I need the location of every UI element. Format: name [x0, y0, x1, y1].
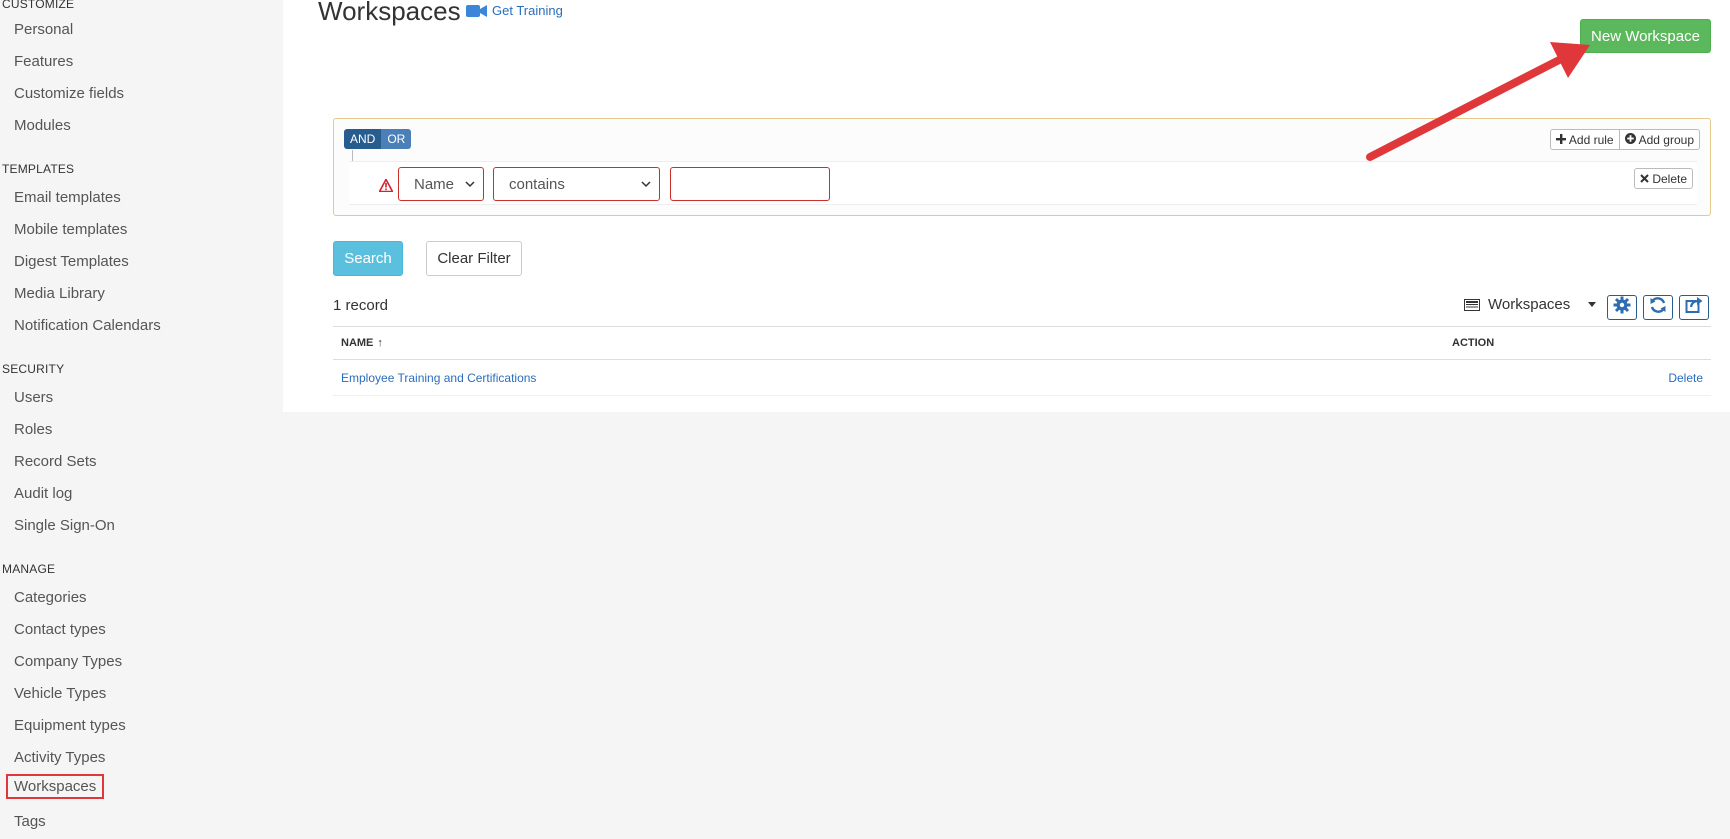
section-title-security: SECURITY [2, 362, 65, 376]
sidebar-item-single-sign-on[interactable]: Single Sign-On [14, 517, 115, 534]
share-icon [1685, 296, 1703, 319]
get-training-label: Get Training [492, 3, 563, 18]
view-selector-label: Workspaces [1488, 296, 1571, 313]
add-rule-label: Add rule [1568, 132, 1614, 147]
close-icon [1640, 172, 1650, 186]
column-header-name[interactable]: NAME ↑ [341, 337, 383, 349]
query-builder: AND OR Add rule Add group Name contains … [333, 118, 1711, 216]
column-header-name-label: NAME [341, 337, 374, 349]
results-table: NAME ↑ ACTION Employee Training and Cert… [333, 326, 1711, 396]
settings-button[interactable] [1607, 295, 1637, 320]
sidebar-item-record-sets[interactable]: Record Sets [14, 453, 97, 470]
sidebar-item-customize-fields[interactable]: Customize fields [14, 85, 124, 102]
new-workspace-button[interactable]: New Workspace [1580, 19, 1711, 53]
video-camera-icon [466, 4, 487, 18]
workspace-name-link[interactable]: Employee Training and Certifications [341, 371, 536, 385]
clear-filter-button[interactable]: Clear Filter [426, 241, 522, 276]
operator-select[interactable]: contains [493, 167, 660, 201]
sidebar-item-digest-templates[interactable]: Digest Templates [14, 253, 129, 270]
export-button[interactable] [1679, 295, 1709, 320]
sidebar-item-mobile-templates[interactable]: Mobile templates [14, 221, 127, 238]
gear-icon [1613, 296, 1631, 319]
chevron-down-icon [641, 180, 651, 188]
sidebar-item-tags[interactable]: Tags [14, 813, 46, 830]
warning-icon [378, 177, 394, 193]
chevron-down-icon [465, 180, 475, 188]
field-select-value: Name [414, 175, 455, 193]
table-header: NAME ↑ ACTION [333, 326, 1711, 360]
section-title-manage: MANAGE [2, 562, 56, 576]
record-count: 1 record [333, 297, 389, 314]
and-button[interactable]: AND [344, 129, 382, 149]
group-actions: Add rule Add group [1549, 129, 1700, 150]
query-rule: Name contains Delete [349, 161, 1697, 205]
operator-select-value: contains [509, 175, 565, 193]
sidebar-item-media-library[interactable]: Media Library [14, 285, 105, 302]
delete-rule-label: Delete [1652, 171, 1687, 186]
sidebar-item-personal[interactable]: Personal [14, 21, 73, 38]
list-view-icon [1464, 298, 1480, 311]
sidebar-item-equipment-types[interactable]: Equipment types [14, 717, 126, 734]
sidebar-item-vehicle-types[interactable]: Vehicle Types [14, 685, 106, 702]
add-rule-button[interactable]: Add rule [1549, 129, 1619, 150]
sidebar-item-audit-log[interactable]: Audit log [14, 485, 72, 502]
sidebar-item-company-types[interactable]: Company Types [14, 653, 122, 670]
delete-rule-button[interactable]: Delete [1634, 168, 1693, 189]
table-row: Employee Training and Certifications Del… [333, 360, 1711, 396]
value-input[interactable] [670, 167, 830, 201]
sidebar-item-email-templates[interactable]: Email templates [14, 189, 121, 206]
or-button[interactable]: OR [381, 129, 412, 149]
sort-ascending-icon: ↑ [377, 337, 383, 349]
main-panel: Workspaces Get Training New Workspace AN… [283, 0, 1730, 412]
sidebar-item-roles[interactable]: Roles [14, 421, 52, 438]
add-group-label: Add group [1638, 132, 1694, 147]
get-training-link[interactable]: Get Training [466, 3, 563, 18]
sidebar-item-contact-types[interactable]: Contact types [14, 621, 106, 638]
section-title-customize: CUSTOMIZE [2, 0, 75, 11]
condition-toggle: AND OR [344, 129, 412, 149]
sidebar-item-workspaces[interactable]: Workspaces [5, 774, 105, 799]
sidebar-item-modules[interactable]: Modules [14, 117, 71, 134]
sidebar-item-users[interactable]: Users [14, 389, 53, 406]
refresh-button[interactable] [1643, 295, 1673, 320]
page-title: Workspaces [318, 0, 461, 26]
sidebar: CUSTOMIZE Personal Features Customize fi… [0, 0, 283, 839]
add-group-button[interactable]: Add group [1618, 129, 1700, 150]
column-header-action: ACTION [1452, 337, 1495, 349]
caret-down-icon [1588, 302, 1597, 307]
delete-row-link[interactable]: Delete [1668, 371, 1703, 385]
sidebar-item-activity-types[interactable]: Activity Types [14, 749, 105, 766]
field-select[interactable]: Name [398, 167, 484, 201]
search-button[interactable]: Search [333, 241, 403, 276]
refresh-icon [1649, 296, 1667, 319]
sidebar-item-notification-calendars[interactable]: Notification Calendars [14, 317, 161, 334]
sidebar-item-categories[interactable]: Categories [14, 589, 87, 606]
plus-circle-icon [1624, 132, 1636, 147]
view-selector[interactable]: Workspaces [1464, 296, 1597, 313]
sidebar-item-features[interactable]: Features [14, 53, 73, 70]
plus-icon [1555, 133, 1566, 147]
section-title-templates: TEMPLATES [2, 162, 75, 176]
